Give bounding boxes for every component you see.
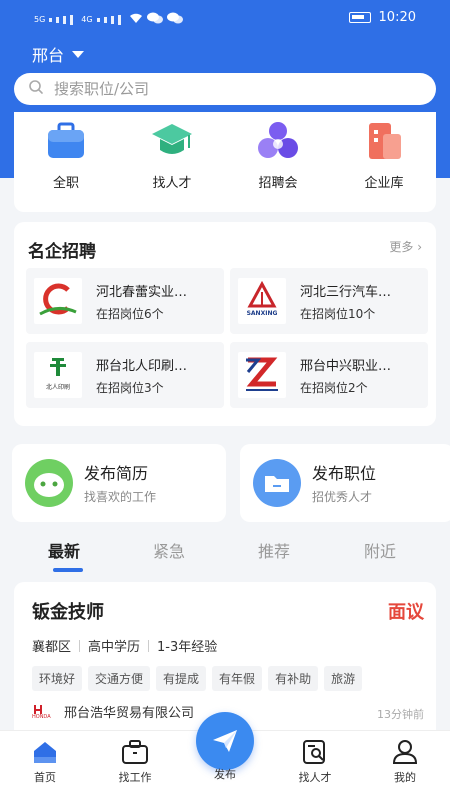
- more-label: 更多: [389, 240, 414, 254]
- job-fair-icon: [257, 120, 299, 162]
- job-tag: 交通方便: [88, 666, 151, 691]
- company-name: 邢台中兴职业…: [300, 359, 392, 374]
- publish-button[interactable]: [196, 712, 254, 770]
- company-name: 河北三行汽车…: [300, 285, 392, 300]
- category-label: 招聘会: [258, 176, 298, 191]
- job-district: 襄都区: [32, 640, 72, 655]
- search-input[interactable]: [54, 80, 354, 98]
- action-title: 发布简历: [84, 464, 149, 483]
- category-full-time[interactable]: 全职: [26, 120, 106, 191]
- company-logo: HONDA: [32, 704, 56, 720]
- job-education: 高中学历: [88, 640, 141, 655]
- company-item[interactable]: 河北春蕾实业… 在招岗位6个: [26, 268, 224, 334]
- company-jobs: 在招岗位10个: [300, 307, 376, 321]
- network-label-5g: 5G: [34, 15, 46, 24]
- tab-nearby[interactable]: 附近: [364, 538, 396, 562]
- city-selector[interactable]: 邢台: [32, 42, 85, 66]
- post-job-card[interactable]: 发布职位 招优秀人才: [240, 444, 450, 522]
- signal-indicators: 5G 4G: [34, 12, 183, 27]
- company-jobs: 在招岗位2个: [300, 381, 368, 395]
- tab-recommended[interactable]: 推荐: [258, 538, 290, 562]
- job-tags: 环境好 交通方便 有提成 有年假 有补助 旅游: [32, 666, 363, 691]
- graduation-cap-icon: [151, 120, 193, 162]
- tabbar-label: 找人才: [298, 771, 332, 784]
- company-name: 河北春蕾实业…: [96, 285, 188, 300]
- category-label: 找人才: [152, 176, 192, 191]
- job-salary: 面议: [388, 602, 424, 623]
- company-item[interactable]: 北人印刷 邢台北人印刷… 在招岗位3个: [26, 342, 224, 408]
- logo-text: 北人印刷: [45, 384, 70, 391]
- company-logo: [238, 352, 286, 398]
- job-tag: 环境好: [32, 666, 83, 691]
- category-company-library[interactable]: 企业库: [344, 120, 424, 191]
- caret-down-icon: [72, 50, 85, 58]
- active-tab-indicator: [53, 568, 83, 572]
- logo-text: SANXING: [246, 310, 278, 317]
- wechat-icon: [146, 12, 163, 27]
- tab-latest[interactable]: 最新: [48, 538, 80, 562]
- company-name: 邢台北人印刷…: [96, 359, 188, 374]
- logo-text: HONDA: [32, 713, 51, 720]
- job-time: 13分钟前: [377, 708, 424, 721]
- famous-companies-card: 名企招聘 更多 › 河北春蕾实业… 在招岗位6个 SANXING 河北三行汽车……: [14, 222, 436, 426]
- post-resume-card[interactable]: 发布简历 找喜欢的工作: [12, 444, 226, 522]
- tabbar-find-talent[interactable]: 找人才: [280, 739, 350, 785]
- city-label: 邢台: [32, 46, 65, 65]
- job-meta: 襄都区 高中学历 1-3年经验: [32, 636, 217, 655]
- folder-icon: [252, 458, 302, 512]
- company-item[interactable]: SANXING 河北三行汽车… 在招岗位10个: [230, 268, 428, 334]
- job-tag: 有提成: [156, 666, 207, 691]
- company-logo: [34, 278, 82, 324]
- status-bar: 5G 4G 10:20: [0, 0, 450, 36]
- job-tag: 有补助: [268, 666, 319, 691]
- wechat-icon: [166, 12, 183, 27]
- category-label: 全职: [52, 176, 79, 191]
- category-card: 全职 找人才 招聘会 企业库: [14, 112, 436, 212]
- search-icon: [28, 79, 44, 99]
- chevron-right-icon: ›: [417, 240, 422, 254]
- company-name: 邢台浩华贸易有限公司: [64, 706, 195, 721]
- job-tag: 旅游: [324, 666, 363, 691]
- battery-icon: [348, 12, 371, 23]
- company-logo: SANXING: [238, 278, 286, 324]
- section-title: 名企招聘: [28, 242, 96, 262]
- feed-tabs: 最新 紧急 推荐 附近: [0, 534, 450, 574]
- tabbar-label: 首页: [34, 771, 56, 784]
- job-title: 钣金技师: [32, 602, 104, 623]
- company-item[interactable]: 邢台中兴职业… 在招岗位2个: [230, 342, 428, 408]
- briefcase-icon: [121, 739, 149, 765]
- company-jobs: 在招岗位6个: [96, 307, 164, 321]
- wifi-icon: [129, 13, 143, 27]
- tabbar-home[interactable]: 首页: [10, 739, 80, 785]
- action-subtitle: 招优秀人才: [312, 490, 373, 504]
- tabbar-find-job[interactable]: 找工作: [100, 739, 170, 785]
- search-bar[interactable]: [14, 73, 436, 105]
- company-logo: 北人印刷: [34, 352, 82, 398]
- category-job-fair[interactable]: 招聘会: [238, 120, 318, 191]
- resume-icon: [24, 458, 74, 512]
- tabbar-label: 发布: [214, 768, 236, 781]
- job-experience: 1-3年经验: [157, 640, 218, 655]
- paper-plane-icon: [211, 728, 239, 758]
- tab-urgent[interactable]: 紧急: [153, 538, 185, 562]
- job-company: HONDA 邢台浩华贸易有限公司: [32, 702, 194, 721]
- action-subtitle: 找喜欢的工作: [84, 490, 157, 504]
- home-icon: [31, 739, 59, 765]
- tabbar-profile[interactable]: 我的: [370, 739, 440, 785]
- category-find-talent[interactable]: 找人才: [132, 120, 212, 191]
- user-icon: [391, 739, 419, 765]
- action-title: 发布职位: [312, 464, 377, 483]
- tabbar-label: 找工作: [118, 771, 152, 784]
- building-icon: [363, 120, 405, 162]
- tabbar-label: 我的: [394, 771, 416, 784]
- briefcase-icon: [45, 120, 87, 162]
- more-link[interactable]: 更多 ›: [389, 238, 422, 255]
- job-tag: 有年假: [212, 666, 263, 691]
- company-jobs: 在招岗位3个: [96, 381, 164, 395]
- status-time: 10:20: [378, 10, 416, 25]
- network-label-4g: 4G: [81, 15, 93, 24]
- category-label: 企业库: [364, 176, 404, 191]
- search-person-icon: [301, 739, 329, 765]
